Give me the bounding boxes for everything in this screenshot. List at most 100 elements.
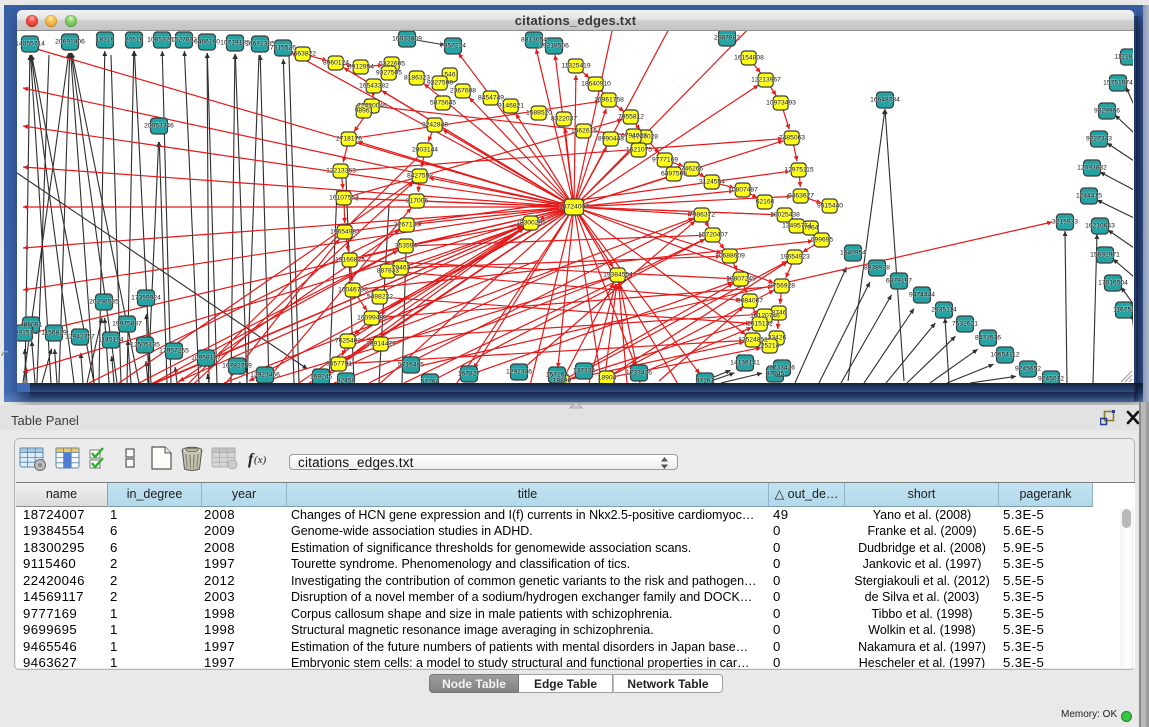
svg-text:9245012: 9245012: [1038, 376, 1064, 383]
svg-text:1292346: 1292346: [506, 369, 532, 376]
svg-text:10046738: 10046738: [338, 287, 368, 294]
svg-text:19654983: 19654983: [330, 229, 360, 236]
svg-text:7964: 7964: [804, 225, 819, 232]
svg-text:167827: 167827: [458, 371, 481, 378]
svg-text:3124554: 3124554: [699, 179, 725, 186]
svg-text:9084067: 9084067: [737, 298, 763, 305]
svg-text:10688609: 10688609: [715, 253, 745, 260]
svg-text:62160: 62160: [756, 199, 775, 206]
svg-text:6794028: 6794028: [621, 133, 647, 140]
svg-text:2803144: 2803144: [412, 147, 438, 154]
svg-text:18807249: 18807249: [726, 276, 756, 283]
svg-text:1733426: 1733426: [769, 365, 795, 372]
svg-text:18904: 18904: [598, 375, 617, 382]
svg-text:20516: 20516: [125, 37, 144, 44]
svg-text:1615132: 1615132: [747, 321, 773, 328]
svg-text:169245: 169245: [310, 374, 333, 381]
svg-text:19654923: 19654923: [780, 254, 810, 261]
svg-text:7625402: 7625402: [335, 338, 361, 345]
svg-text:33426: 33426: [768, 335, 787, 342]
svg-text:5498222: 5498222: [367, 294, 393, 301]
svg-text:39151: 39151: [17, 330, 34, 337]
svg-text:1640954: 1640954: [840, 250, 866, 257]
svg-text:9463627: 9463627: [788, 193, 814, 200]
svg-text:16033809: 16033809: [392, 36, 422, 43]
svg-text:12505135: 12505135: [130, 342, 160, 349]
svg-text:7485063: 7485063: [779, 135, 805, 142]
svg-text:19975887: 19975887: [112, 321, 142, 328]
svg-text:18300295: 18300295: [516, 220, 546, 227]
svg-text:1156829: 1156829: [41, 330, 67, 337]
svg-text:19384554: 19384554: [603, 272, 633, 279]
svg-text:20691406: 20691406: [55, 39, 85, 46]
svg-text:9242848: 9242848: [422, 122, 448, 129]
svg-text:14136141: 14136141: [730, 360, 760, 367]
svg-text:16154808: 16154808: [734, 55, 764, 62]
svg-text:15720407: 15720407: [698, 232, 728, 239]
svg-text:9146821: 9146821: [498, 103, 524, 110]
svg-text:137334: 137334: [573, 368, 596, 375]
svg-text:5716485: 5716485: [398, 362, 424, 369]
svg-text:2718176: 2718176: [336, 136, 362, 143]
svg-text:746266: 746266: [681, 166, 704, 173]
svg-text:16120746: 16120746: [750, 313, 780, 320]
svg-text:6466160: 6466160: [194, 39, 220, 46]
svg-text:699695: 699695: [811, 237, 834, 244]
svg-text:7357224: 7357224: [440, 43, 466, 50]
svg-text:16107553: 16107553: [329, 195, 359, 202]
svg-text:9327505: 9327505: [376, 70, 402, 77]
svg-text:17957255: 17957255: [159, 348, 189, 355]
svg-text:9777169: 9777169: [652, 157, 678, 164]
svg-text:16782759: 16782759: [222, 363, 252, 370]
svg-text:6879197: 6879197: [886, 278, 912, 285]
svg-text:1145194: 1145194: [98, 337, 124, 344]
svg-text:9245652: 9245652: [1015, 366, 1041, 373]
svg-text:87945: 87945: [766, 371, 785, 378]
svg-text:11325419: 11325419: [561, 63, 591, 70]
svg-text:20053346: 20053346: [144, 123, 174, 130]
svg-text:12093832: 12093832: [1077, 165, 1107, 172]
svg-text:16099489: 16099489: [357, 315, 387, 322]
svg-text:8322037: 8322037: [551, 116, 577, 123]
svg-text:9227343: 9227343: [1086, 136, 1112, 143]
svg-text:12213363: 12213363: [326, 168, 356, 175]
svg-text:14055714: 14055714: [17, 41, 45, 48]
svg-text:7955812: 7955812: [618, 114, 644, 121]
svg-text:20206535: 20206535: [89, 299, 119, 306]
svg-text:3267130: 3267130: [394, 222, 420, 229]
svg-text:16914479: 16914479: [366, 341, 396, 348]
svg-text:79463: 79463: [392, 265, 411, 272]
svg-text:12213967: 12213967: [751, 77, 781, 84]
svg-text:8960124: 8960124: [323, 60, 349, 67]
svg-text:10807487: 10807487: [728, 187, 758, 194]
svg-text:18724007: 18724007: [559, 204, 589, 211]
svg-text:17359924: 17359924: [131, 295, 161, 302]
svg-text:16648784: 16648784: [870, 97, 900, 104]
svg-text:12975115: 12975115: [784, 167, 814, 174]
svg-text:9515440: 9515440: [817, 203, 843, 210]
svg-text:7632621: 7632621: [952, 321, 978, 328]
svg-text:12923466: 12923466: [250, 372, 280, 379]
svg-text:98961: 98961: [355, 108, 374, 115]
svg-text:9474444: 9474444: [909, 292, 935, 299]
svg-text:(x): (x): [254, 454, 267, 466]
svg-text:25214: 25214: [761, 343, 780, 350]
svg-text:2935114: 2935114: [931, 307, 957, 314]
svg-text:7515526: 7515526: [270, 45, 296, 52]
svg-text:16543382: 16543382: [359, 83, 389, 90]
svg-text:17016504: 17016504: [1098, 280, 1128, 287]
svg-text:9327508: 9327508: [427, 80, 453, 87]
svg-text:15751074: 15751074: [1103, 80, 1133, 87]
svg-text:10025438: 10025438: [770, 212, 800, 219]
svg-text:7663822: 7663822: [290, 51, 316, 58]
svg-text:10654112: 10654112: [990, 352, 1020, 359]
svg-text:9657791: 9657791: [326, 361, 352, 368]
svg-text:3215933: 3215933: [1052, 219, 1078, 226]
svg-text:1562615: 1562615: [571, 128, 597, 135]
svg-text:15692971: 15692971: [1090, 252, 1120, 259]
svg-text:8938928: 8938928: [864, 265, 890, 272]
svg-text:2367608: 2367608: [450, 88, 476, 95]
svg-text:485061: 485061: [20, 322, 43, 329]
svg-text:353594: 353594: [395, 243, 418, 250]
svg-text:12942757: 12942757: [65, 334, 95, 341]
